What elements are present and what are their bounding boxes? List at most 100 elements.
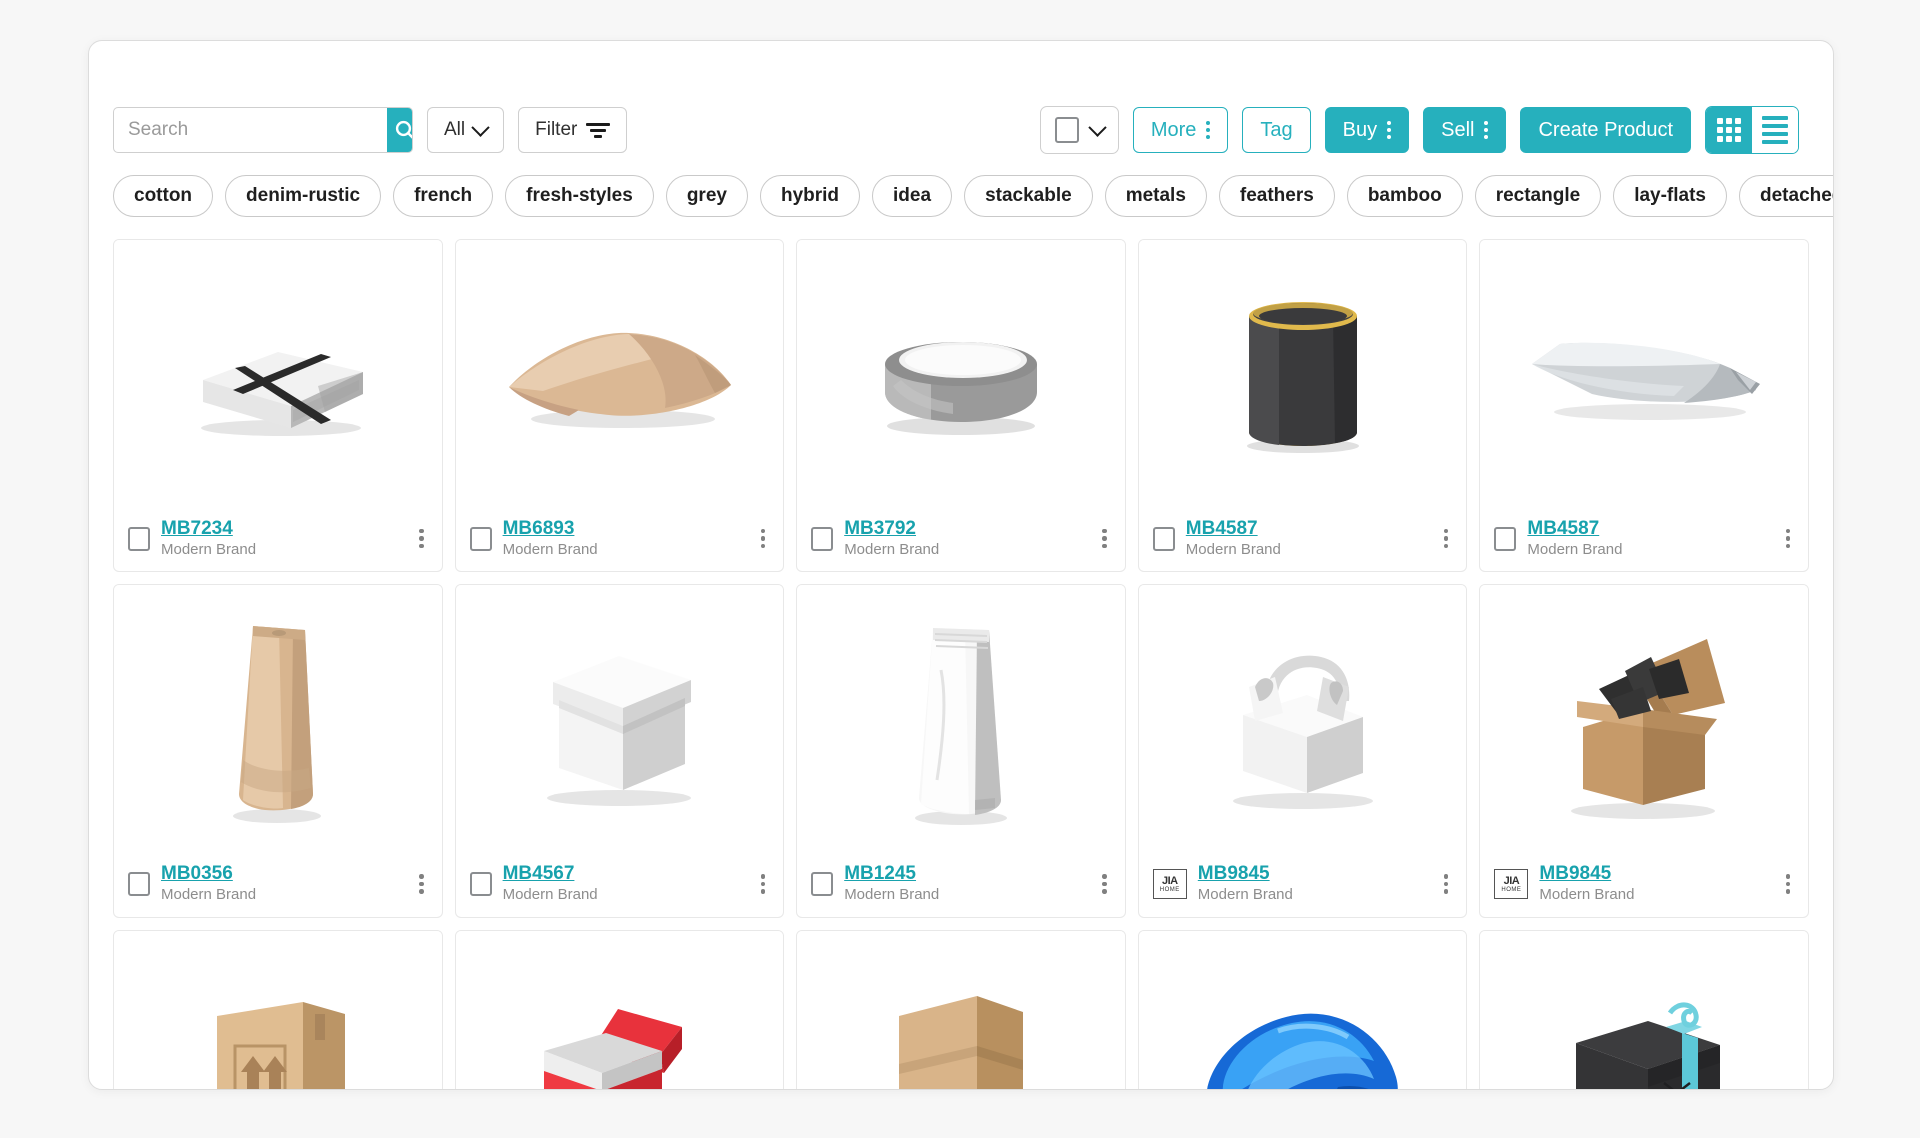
tag-chip[interactable]: stackable — [964, 175, 1093, 217]
search-button[interactable] — [387, 108, 412, 152]
search-input[interactable] — [114, 108, 387, 152]
product-checkbox[interactable] — [128, 872, 150, 897]
tag-chip[interactable]: hybrid — [759, 175, 861, 217]
tag-chip[interactable]: denim-rustic — [225, 175, 382, 217]
product-image[interactable] — [455, 240, 784, 510]
buy-button[interactable]: Buy — [1324, 107, 1410, 153]
product-checkbox[interactable] — [1152, 526, 1175, 551]
product-brand: Modern Brand — [844, 886, 940, 904]
product-card-footer: MB1245 Modern Brand — [797, 855, 1125, 916]
product-image[interactable] — [1138, 240, 1467, 510]
product-image[interactable] — [114, 930, 442, 1089]
tag-chip[interactable]: fresh-styles — [505, 175, 654, 217]
more-button[interactable]: More — [1132, 107, 1229, 153]
tag-chip[interactable]: metals — [1104, 175, 1207, 217]
product-grid: MB7234 Modern Brand MB6893 Modern Brand MB… — [89, 217, 1833, 1089]
search-bar[interactable] — [113, 107, 413, 153]
tag-chip[interactable]: detached — [1739, 175, 1833, 217]
list-view-icon — [1762, 116, 1788, 144]
product-card[interactable]: MB0356 Modern Brand — [113, 584, 443, 918]
product-card[interactable]: MB4567 Modern Brand — [454, 584, 785, 918]
toolbar-right-group: More Tag Buy Sell Create Product — [1039, 106, 1799, 154]
product-checkbox[interactable] — [1494, 526, 1517, 551]
product-card[interactable]: MB4587 Modern Brand — [1479, 239, 1809, 573]
product-checkbox[interactable] — [811, 872, 834, 897]
product-card[interactable]: JIA HOME MB9845 Modern Brand — [1137, 584, 1468, 918]
product-card-footer: MB4567 Modern Brand — [456, 855, 784, 916]
product-image[interactable] — [114, 240, 442, 510]
product-kebab-menu[interactable] — [1782, 870, 1795, 898]
product-sku-link[interactable]: MB7234 — [161, 518, 256, 540]
search-icon — [395, 120, 412, 139]
grid-view-icon — [1717, 118, 1741, 142]
product-image[interactable] — [455, 585, 784, 856]
product-kebab-menu[interactable] — [1098, 870, 1111, 898]
product-image[interactable] — [114, 585, 442, 856]
product-sku-link[interactable]: MB3792 — [844, 518, 939, 540]
scope-dropdown[interactable]: All — [427, 107, 505, 153]
product-brand: Modern Brand — [1185, 540, 1281, 558]
product-checkbox[interactable] — [469, 872, 492, 897]
tag-chip[interactable]: french — [393, 175, 494, 217]
product-card[interactable] — [113, 929, 443, 1089]
product-card[interactable]: JIA HOME MB9845 Modern Brand — [1479, 584, 1809, 918]
product-card[interactable] — [796, 929, 1126, 1089]
product-image[interactable] — [1138, 585, 1467, 856]
product-kebab-menu[interactable] — [757, 525, 770, 553]
product-image[interactable] — [1138, 930, 1467, 1089]
product-image[interactable] — [1480, 930, 1808, 1089]
product-info: MB7234 Modern Brand — [161, 518, 256, 558]
product-card-footer: JIA HOME MB9845 Modern Brand — [1139, 855, 1467, 916]
product-sku-link[interactable]: MB4587 — [1186, 518, 1281, 540]
product-checkbox[interactable] — [128, 526, 150, 551]
product-checkbox[interactable] — [811, 526, 834, 551]
product-kebab-menu[interactable] — [1782, 525, 1795, 553]
tag-chip[interactable]: cotton — [113, 175, 214, 217]
product-card[interactable]: MB1245 Modern Brand — [796, 584, 1126, 918]
product-sku-link[interactable]: MB9845 — [1198, 863, 1293, 885]
filter-button[interactable]: Filter — [518, 107, 628, 153]
product-image[interactable] — [797, 585, 1125, 856]
tag-chip[interactable]: bamboo — [1346, 175, 1463, 217]
product-checkbox[interactable] — [469, 526, 492, 551]
product-image[interactable] — [1480, 585, 1808, 856]
product-card[interactable] — [454, 929, 785, 1089]
product-card[interactable] — [1137, 929, 1468, 1089]
product-card[interactable]: MB3792 Modern Brand — [796, 239, 1126, 573]
product-image[interactable] — [797, 930, 1125, 1089]
sell-button[interactable]: Sell — [1423, 107, 1507, 153]
product-kebab-menu[interactable] — [1440, 870, 1453, 898]
tag-chip[interactable]: grey — [665, 175, 748, 217]
product-sku-link[interactable]: MB4587 — [1527, 518, 1622, 540]
tag-chip[interactable]: lay-flats — [1613, 175, 1727, 217]
tag-chip[interactable]: rectangle — [1474, 175, 1602, 217]
product-card[interactable]: MB4587 Modern Brand — [1137, 239, 1468, 573]
product-brand: Modern Brand — [844, 540, 940, 558]
product-image[interactable] — [1480, 240, 1808, 510]
tag-chip[interactable]: feathers — [1218, 175, 1335, 217]
product-sku-link[interactable]: MB0356 — [161, 863, 256, 885]
product-sku-link[interactable]: MB9845 — [1539, 863, 1634, 885]
product-card[interactable]: MB7234 Modern Brand — [113, 239, 443, 573]
filter-label: Filter — [535, 119, 578, 140]
product-sku-link[interactable]: MB1245 — [844, 863, 939, 885]
product-kebab-menu[interactable] — [415, 870, 428, 898]
product-image[interactable] — [797, 240, 1125, 510]
product-sku-link[interactable]: MB4567 — [503, 863, 598, 885]
product-brand: Modern Brand — [502, 886, 598, 904]
product-image[interactable] — [455, 930, 784, 1089]
product-kebab-menu[interactable] — [415, 525, 428, 553]
product-kebab-menu[interactable] — [757, 870, 770, 898]
grid-view-button[interactable] — [1706, 107, 1752, 153]
product-card[interactable] — [1479, 929, 1809, 1089]
product-kebab-menu[interactable] — [1440, 525, 1453, 553]
product-kebab-menu[interactable] — [1098, 525, 1111, 553]
select-all-checkbox[interactable] — [1054, 117, 1079, 143]
product-sku-link[interactable]: MB6893 — [503, 518, 598, 540]
select-all-dropdown[interactable] — [1039, 106, 1119, 154]
create-product-button[interactable]: Create Product — [1520, 107, 1691, 153]
list-view-button[interactable] — [1752, 107, 1798, 153]
product-card[interactable]: MB6893 Modern Brand — [454, 239, 785, 573]
tag-button[interactable]: Tag — [1242, 107, 1311, 153]
tag-chip[interactable]: idea — [872, 175, 953, 217]
